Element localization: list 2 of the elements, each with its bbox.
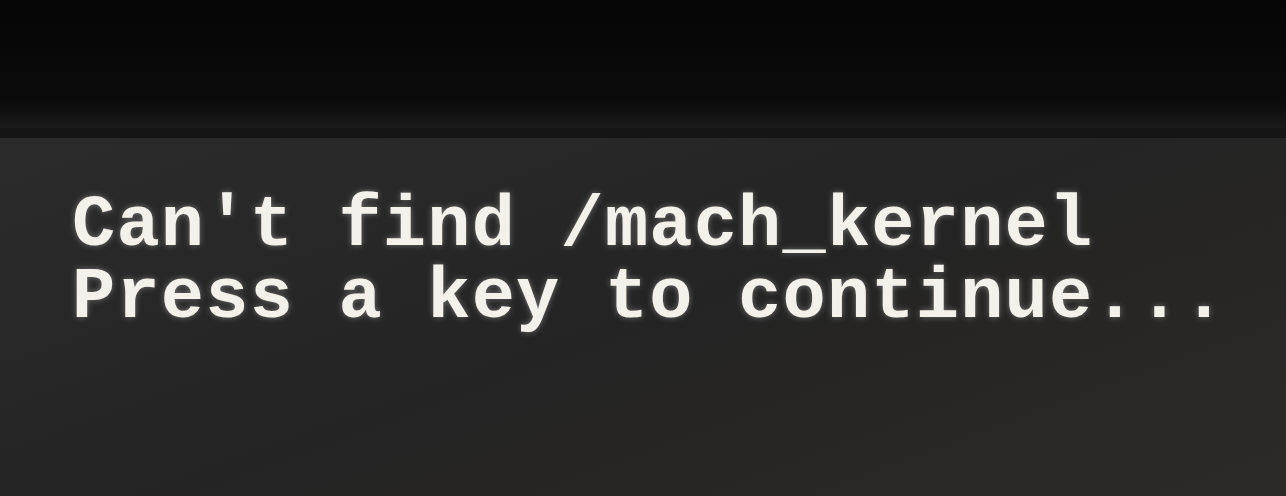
console-text-line: Can't find /mach_kernel [72, 190, 1094, 262]
console-text-line: Press a key to continue... [72, 262, 1228, 334]
